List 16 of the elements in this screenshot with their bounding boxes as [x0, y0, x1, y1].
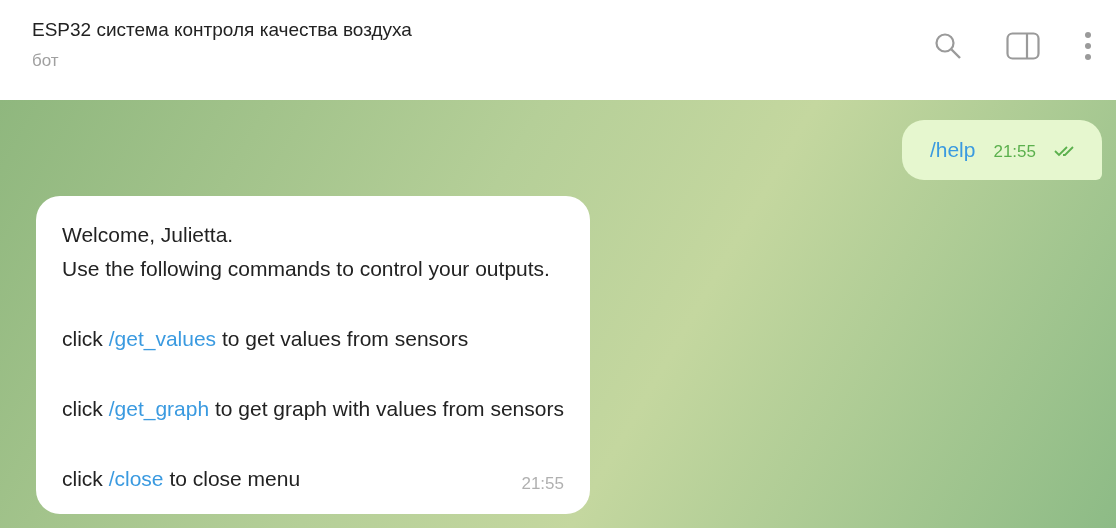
message-time: 21:55	[993, 142, 1036, 162]
command-link[interactable]: /close	[108, 467, 164, 490]
message-time: 21:55	[521, 474, 564, 494]
command-link[interactable]: /help	[929, 138, 976, 162]
message-text: Welcome, Julietta.	[62, 222, 234, 248]
message-text: Use the following commands to control your outputs.	[62, 256, 550, 282]
command-link[interactable]: /get_graph	[108, 397, 210, 420]
command-link[interactable]: /get_values	[108, 327, 217, 350]
sidebar-toggle-icon[interactable]	[1006, 32, 1040, 60]
menu-icon[interactable]	[1084, 31, 1092, 61]
message-text: click /get_graph to get graph with values from sensors	[62, 396, 564, 423]
search-icon[interactable]	[934, 32, 962, 60]
message-text: click /close to close menu	[62, 466, 301, 492]
chat-subtitle: бот	[32, 51, 60, 71]
message-text: click /get_values to get values from sensors	[62, 326, 469, 353]
chat-title: ESP32 система контроля качества воздуха	[32, 19, 413, 41]
